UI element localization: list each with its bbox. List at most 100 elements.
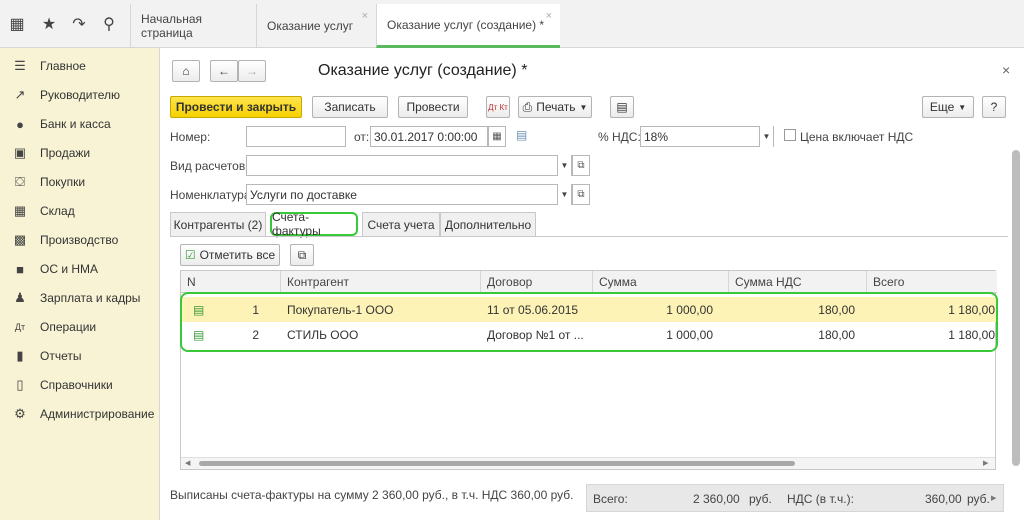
tab-services[interactable]: Оказание услуг ×	[256, 4, 376, 48]
number-field[interactable]	[246, 126, 346, 147]
open-link-icon: ⧉	[577, 160, 585, 171]
vat-select[interactable]: 18% ▼	[640, 126, 774, 147]
close-icon[interactable]: ×	[546, 10, 552, 22]
copy-icon: ⧉	[297, 247, 307, 262]
column-header-total[interactable]: Всего	[867, 271, 997, 293]
scroll-left-icon[interactable]: ◀	[185, 459, 190, 467]
sidebar-item-operations[interactable]: Дт Операции	[0, 315, 160, 339]
vat-total-currency: руб.	[967, 492, 990, 506]
search-icon[interactable]: ⚲	[98, 13, 120, 35]
nomenclature-label: Номенклатура:	[170, 188, 254, 202]
cart-icon: ⛋	[15, 174, 25, 189]
sidebar-item-purchases[interactable]: ⛋ Покупки	[0, 170, 160, 194]
star-icon[interactable]: ★	[38, 13, 60, 35]
post-and-close-button[interactable]: Провести и закрыть	[170, 96, 302, 118]
sidebar-item-production[interactable]: ▩ Производство	[0, 228, 160, 252]
chevron-down-icon[interactable]: ▼	[557, 155, 571, 176]
printer-icon: ⎙	[522, 99, 533, 114]
column-header-contract[interactable]: Договор	[481, 271, 593, 293]
truck-icon: ■	[16, 261, 24, 277]
menu-icon: ☰	[14, 58, 26, 73]
scroll-right-icon[interactable]: ▶	[991, 494, 996, 502]
horizontal-scrollbar[interactable]: ◀ ▶	[181, 457, 995, 469]
gear-icon: ⚙	[14, 406, 26, 421]
date-label: от:	[354, 130, 370, 144]
sidebar-item-bank[interactable]: ● Банк и касса	[0, 112, 160, 136]
sidebar-item-admin[interactable]: ⚙ Администрирование	[0, 402, 160, 426]
column-header-vat-sum[interactable]: Сумма НДС	[729, 271, 867, 293]
tab-counterparties[interactable]: Контрагенты (2)	[170, 212, 266, 236]
scroll-right-icon[interactable]: ▶	[983, 459, 988, 467]
apps-grid-icon[interactable]: ▦	[6, 13, 28, 35]
calendar-button[interactable]: ▦	[488, 126, 506, 147]
total-currency: руб.	[749, 492, 772, 506]
vat-label: % НДС:	[598, 130, 641, 144]
tab-accounts[interactable]: Счета учета	[362, 212, 440, 236]
column-header-counterparty[interactable]: Контрагент	[281, 271, 481, 293]
factory-icon: ▩	[13, 232, 27, 247]
sidebar-item-assets[interactable]: ■ ОС и НМА	[0, 257, 160, 281]
home-button[interactable]: ⌂	[172, 60, 200, 82]
tab-services-create[interactable]: Оказание услуг (создание) * ×	[376, 4, 560, 48]
sidebar-item-manager[interactable]: ↗ Руководителю	[0, 83, 160, 107]
copy-button[interactable]: ⧉	[290, 244, 314, 266]
more-button[interactable]: Еще ▼	[922, 96, 974, 118]
settlement-select[interactable]: ▼	[246, 155, 572, 176]
totals-panel: Всего: 2 360,00 руб. НДС (в т.ч.): 360,0…	[586, 484, 1004, 512]
help-button[interactable]: ?	[982, 96, 1006, 118]
close-icon[interactable]: ×	[362, 10, 368, 22]
settlement-label: Вид расчетов:	[170, 159, 249, 173]
warehouse-icon: ▦	[13, 203, 27, 218]
sidebar-item-references[interactable]: ▯ Справочники	[0, 373, 160, 397]
sidebar-item-salary[interactable]: ♟ Зарплата и кадры	[0, 286, 160, 310]
calendar-icon: ▦	[492, 131, 502, 142]
top-bar: ▦ ★ ↷ ⚲ Начальная страница Оказание услу…	[0, 0, 1024, 48]
arrow-right-icon: →	[246, 64, 258, 78]
column-header-n[interactable]: N	[181, 271, 281, 293]
open-settlement-button[interactable]: ⧉	[572, 155, 590, 176]
tab-additional[interactable]: Дополнительно	[440, 212, 536, 236]
chevron-down-icon[interactable]: ▼	[557, 184, 571, 205]
dt-kt-button[interactable]: Дт Кт	[486, 96, 510, 118]
list-icon[interactable]: ▤	[516, 128, 527, 142]
vat-total-label: НДС (в т.ч.):	[787, 492, 854, 506]
page-title: Оказание услуг (создание) *	[318, 62, 528, 79]
column-header-sum[interactable]: Сумма	[593, 271, 729, 293]
dt-kt-icon: Дт	[14, 322, 26, 332]
sidebar-item-sales[interactable]: ▣ Продажи	[0, 141, 160, 165]
mark-all-button[interactable]: ☑ Отметить все	[180, 244, 280, 266]
back-button[interactable]: ←	[210, 60, 238, 82]
tab-divider	[170, 236, 1008, 237]
tab-home[interactable]: Начальная страница	[130, 4, 256, 48]
sidebar-item-main[interactable]: ☰ Главное	[0, 54, 160, 78]
sidebar-item-warehouse[interactable]: ▦ Склад	[0, 199, 160, 223]
open-nomenclature-button[interactable]: ⧉	[572, 184, 590, 205]
sidebar-item-reports[interactable]: ▮ Отчеты	[0, 344, 160, 368]
tab-invoices[interactable]: Счета-фактуры	[270, 210, 358, 238]
price-incl-vat-checkbox[interactable]	[784, 129, 796, 141]
chevron-down-icon: ▼	[579, 102, 588, 112]
document-button[interactable]: ▤	[610, 96, 634, 118]
save-button[interactable]: Записать	[312, 96, 388, 118]
forward-button[interactable]: →	[238, 60, 266, 82]
home-icon: ⌂	[182, 64, 190, 78]
print-button[interactable]: ⎙ Печать ▼	[518, 96, 592, 118]
history-icon[interactable]: ↷	[68, 13, 90, 35]
vertical-scrollbar[interactable]	[1012, 150, 1020, 466]
chart-icon: ▮	[16, 348, 24, 363]
price-incl-vat-label: Цена включает НДС	[800, 130, 914, 144]
post-button[interactable]: Провести	[398, 96, 468, 118]
close-icon[interactable]: ×	[1002, 62, 1010, 78]
trend-icon: ↗	[14, 87, 26, 102]
book-icon: ▯	[16, 377, 24, 392]
vat-total-value: 360,00	[925, 492, 962, 506]
scrollbar-thumb[interactable]	[199, 461, 795, 466]
date-field[interactable]: 30.01.2017 0:00:00	[370, 126, 488, 147]
bank-icon: ●	[16, 116, 24, 132]
arrow-left-icon: ←	[218, 64, 230, 78]
chevron-down-icon[interactable]: ▼	[759, 126, 773, 147]
invoices-summary: Выписаны счета-фактуры на сумму 2 360,00…	[170, 488, 574, 502]
check-list-icon: ☑	[184, 248, 196, 262]
nomenclature-select[interactable]: Услуги по доставке ▼	[246, 184, 572, 205]
total-label: Всего:	[593, 492, 628, 506]
